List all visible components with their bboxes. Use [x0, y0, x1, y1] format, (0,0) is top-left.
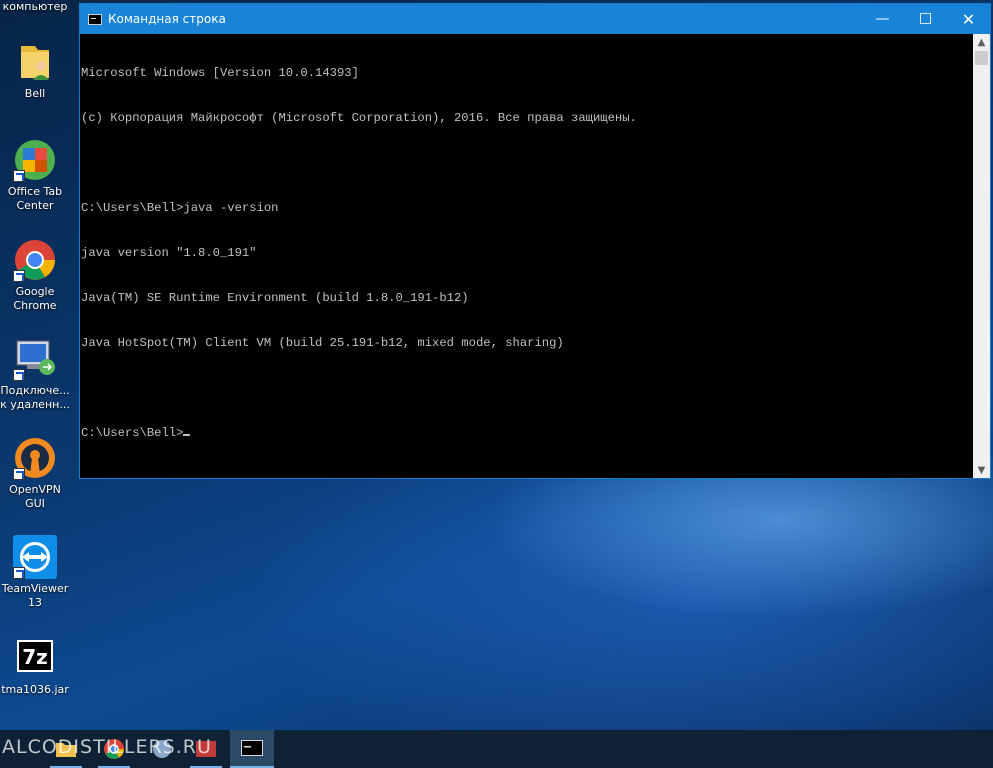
- window-titlebar[interactable]: Командная строка — ☐ ✕: [80, 4, 990, 34]
- console-line: (c) Корпорация Майкрософт (Microsoft Cor…: [81, 111, 637, 125]
- console-line: Microsoft Windows [Version 10.0.14393]: [81, 66, 359, 80]
- console-line: C:\Users\Bell>java -version: [81, 201, 279, 215]
- shortcut-arrow-icon: [13, 170, 25, 182]
- chrome-icon: [13, 238, 57, 282]
- teamviewer-icon: [13, 535, 57, 579]
- desktop-icon-openvpn[interactable]: OpenVPN GUI: [0, 436, 70, 511]
- desktop-icon-chrome[interactable]: Google Chrome: [0, 238, 70, 313]
- console-line: java version "1.8.0_191": [81, 246, 257, 260]
- desktop-icon-teamviewer[interactable]: TeamViewer 13: [0, 535, 70, 610]
- desktop-icon-label: tma1036.jar: [1, 683, 69, 696]
- console-prompt-line[interactable]: C:\Users\Bell>: [81, 426, 973, 441]
- vertical-scrollbar[interactable]: ▲ ▼: [973, 34, 990, 478]
- scrollbar-thumb[interactable]: [975, 51, 988, 65]
- shortcut-arrow-icon: [13, 468, 25, 480]
- scroll-down-arrow-icon[interactable]: ▼: [973, 462, 990, 478]
- console-icon: [241, 740, 263, 756]
- desktop-icon-label: Office Tab Center: [7, 185, 63, 212]
- desktop-icon-label: Google Chrome: [13, 285, 57, 312]
- desktop-icon-label: Подключе... к удаленн...: [0, 384, 70, 411]
- 7zip-icon: 7z: [13, 636, 57, 680]
- text-cursor: [183, 434, 191, 436]
- desktop-icon-jar[interactable]: 7z tma1036.jar: [0, 636, 70, 697]
- watermark: ALCODISTILLERS.RU: [2, 736, 212, 758]
- window-title: Командная строка: [108, 12, 226, 26]
- console-app-icon[interactable]: [88, 13, 102, 25]
- svg-text:7z: 7z: [22, 645, 48, 669]
- console-output-area[interactable]: Microsoft Windows [Version 10.0.14393] (…: [80, 34, 973, 478]
- maximize-button[interactable]: ☐: [904, 4, 947, 34]
- openvpn-icon: [13, 436, 57, 480]
- desktop-icon-office-tab[interactable]: Office Tab Center: [0, 138, 70, 213]
- minimize-button[interactable]: —: [861, 4, 904, 34]
- console-prompt: C:\Users\Bell>: [81, 426, 184, 440]
- desktop-icon-bell[interactable]: Bell: [0, 40, 70, 101]
- desktop-icon-label: TeamViewer 13: [1, 582, 69, 609]
- scroll-up-arrow-icon[interactable]: ▲: [973, 34, 990, 50]
- shortcut-arrow-icon: [13, 567, 25, 579]
- console-text: Microsoft Windows [Version 10.0.14393] (…: [80, 34, 973, 471]
- desktop-icon-column: компьютер Bell Office Tab Center Google …: [0, 0, 70, 730]
- taskbar-cmd-button[interactable]: [230, 730, 274, 768]
- console-line: Java HotSpot(TM) Client VM (build 25.191…: [81, 336, 564, 350]
- remote-desktop-icon: [13, 337, 57, 381]
- desktop-label-computer[interactable]: компьютер: [0, 0, 70, 13]
- desktop-icon-label: OpenVPN GUI: [9, 483, 61, 510]
- console-line: Java(TM) SE Runtime Environment (build 1…: [81, 291, 469, 305]
- shortcut-arrow-icon: [13, 270, 25, 282]
- user-folder-icon: [13, 40, 57, 84]
- desktop-icon-remote-desktop[interactable]: Подключе... к удаленн...: [0, 337, 70, 412]
- office-tab-icon: [13, 138, 57, 182]
- shortcut-arrow-icon: [13, 369, 25, 381]
- command-prompt-window[interactable]: Командная строка — ☐ ✕ Microsoft Windows…: [79, 3, 991, 479]
- close-button[interactable]: ✕: [947, 4, 990, 34]
- desktop-icon-label: Bell: [24, 87, 46, 100]
